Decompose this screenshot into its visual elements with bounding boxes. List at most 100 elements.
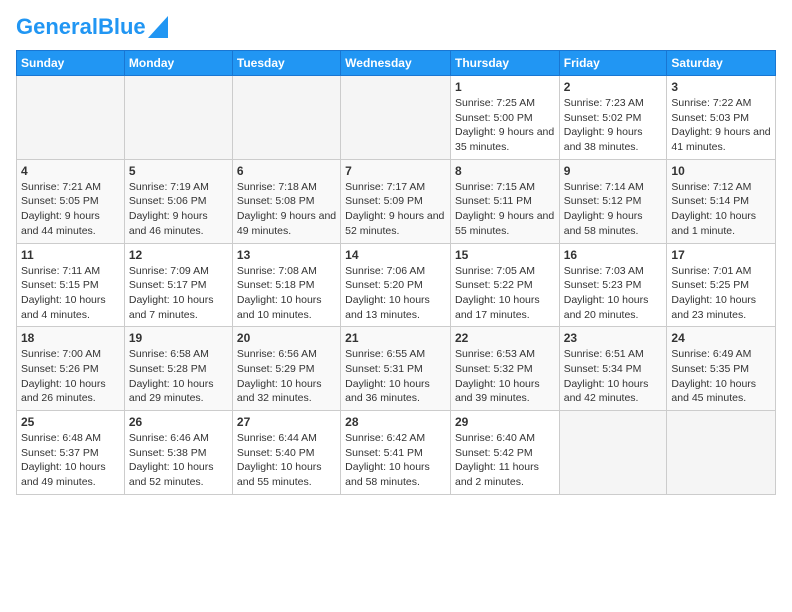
sunrise-text: Sunrise: 7:11 AM [21,265,100,277]
calendar-day-20: 20 Sunrise: 6:56 AMSunset: 5:29 PMDayligh… [232,327,340,411]
day-number: 28 [345,415,446,429]
day-info: Sunrise: 6:44 AMSunset: 5:40 PMDaylight:… [237,431,336,490]
daylight-text: Daylight: 10 hours and 23 minutes. [671,294,756,321]
daylight-text: Daylight: 9 hours and 41 minutes. [671,126,770,153]
header-monday: Monday [124,51,232,76]
calendar-day-15: 15Sunrise: 7:05 AMSunset: 5:22 PMDayligh… [450,243,559,327]
day-info: Sunrise: 6:55 AMSunset: 5:31 PMDaylight:… [345,347,446,406]
sunrise-text: Sunrise: 7:01 AM [671,265,751,277]
sunrise-text: Sunrise: 7:18 AM [237,181,317,193]
sunset-text: Sunset: 5:35 PM [671,363,749,375]
sunrise-text: Sunrise: 7:23 AM [564,97,644,109]
day-number: 11 [21,248,120,262]
sunset-text: Sunset: 5:34 PM [564,363,642,375]
sunset-text: Sunset: 5:06 PM [129,195,207,207]
sunrise-text: Sunrise: 7:22 AM [671,97,751,109]
day-info: Sunrise: 7:00 AMSunset: 5:26 PMDaylight:… [21,347,120,406]
day-number: 14 [345,248,446,262]
daylight-text: Daylight: 9 hours and 46 minutes. [129,210,208,237]
calendar-week-2: 4Sunrise: 7:21 AMSunset: 5:05 PMDaylight… [17,159,776,243]
day-info: Sunrise: 6:46 AMSunset: 5:38 PMDaylight:… [129,431,228,490]
daylight-text: Daylight: 10 hours and 7 minutes. [129,294,214,321]
day-info: Sunrise: 7:06 AMSunset: 5:20 PMDaylight:… [345,264,446,323]
sunrise-text: Sunrise: 7:19 AM [129,181,209,193]
sunset-text: Sunset: 5:41 PM [345,447,423,459]
calendar-day-9: 9Sunrise: 7:14 AMSunset: 5:12 PMDaylight… [559,159,667,243]
daylight-text: Daylight: 10 hours and 32 minutes. [237,378,322,405]
sunset-text: Sunset: 5:09 PM [345,195,423,207]
day-info: Sunrise: 7:11 AMSunset: 5:15 PMDaylight:… [21,264,120,323]
day-info: Sunrise: 6:58 AMSunset: 5:28 PMDaylight:… [129,347,228,406]
day-number: 5 [129,164,228,178]
sunrise-text: Sunrise: 6:44 AM [237,432,317,444]
sunrise-text: Sunrise: 6:48 AM [21,432,101,444]
daylight-text: Daylight: 10 hours and 49 minutes. [21,461,106,488]
day-number: 20 [237,331,336,345]
day-number: 19 [129,331,228,345]
sunset-text: Sunset: 5:42 PM [455,447,533,459]
day-number: 23 [564,331,663,345]
day-info: Sunrise: 7:22 AMSunset: 5:03 PMDaylight:… [671,96,771,155]
header-sunday: Sunday [17,51,125,76]
daylight-text: Daylight: 10 hours and 10 minutes. [237,294,322,321]
sunrise-text: Sunrise: 6:56 AM [237,348,317,360]
day-info: Sunrise: 7:15 AMSunset: 5:11 PMDaylight:… [455,180,555,239]
calendar-day-4: 4Sunrise: 7:21 AMSunset: 5:05 PMDaylight… [17,159,125,243]
day-info: Sunrise: 7:25 AMSunset: 5:00 PMDaylight:… [455,96,555,155]
day-info: Sunrise: 7:08 AMSunset: 5:18 PMDaylight:… [237,264,336,323]
day-number: 15 [455,248,555,262]
calendar-day-16: 16Sunrise: 7:03 AMSunset: 5:23 PMDayligh… [559,243,667,327]
calendar-empty [341,76,451,160]
day-number: 16 [564,248,663,262]
day-number: 24 [671,331,771,345]
sunrise-text: Sunrise: 7:00 AM [21,348,101,360]
sunrise-text: Sunrise: 7:05 AM [455,265,535,277]
calendar-empty [124,76,232,160]
day-info: Sunrise: 7:09 AMSunset: 5:17 PMDaylight:… [129,264,228,323]
calendar-day-6: 6Sunrise: 7:18 AMSunset: 5:08 PMDaylight… [232,159,340,243]
day-number: 1 [455,80,555,94]
day-info: Sunrise: 6:48 AM Sunset: 5:37 PM Daylight:… [21,431,120,490]
calendar-header-row: SundayMondayTuesdayWednesdayThursdayFrid… [17,51,776,76]
calendar-day-5: 5 Sunrise: 7:19 AM Sunset: 5:06 PM Daylight… [124,159,232,243]
calendar-day-7: 7Sunrise: 7:17 AMSunset: 5:09 PMDaylight… [341,159,451,243]
calendar-day-2: 2Sunrise: 7:23 AMSunset: 5:02 PMDaylight… [559,76,667,160]
day-number: 25 [21,415,120,429]
day-info: Sunrise: 6:56 AMSunset: 5:29 PMDaylight:… [237,347,336,406]
day-info: Sunrise: 6:40 AMSunset: 5:42 PMDaylight:… [455,431,555,490]
logo-general: General [16,14,98,39]
day-number: 6 [237,164,336,178]
calendar-day-1: 1 Sunrise: 7:25 AMSunset: 5:00 PMDaylight… [450,76,559,160]
day-number: 29 [455,415,555,429]
sunset-text: Sunset: 5:37 PM [21,447,99,459]
day-number: 10 [671,164,771,178]
header-saturday: Saturday [667,51,776,76]
sunset-text: Sunset: 5:22 PM [455,279,533,291]
sunrise-text: Sunrise: 6:55 AM [345,348,425,360]
sunset-text: Sunset: 5:40 PM [237,447,315,459]
daylight-text: Daylight: 9 hours and 44 minutes. [21,210,100,237]
calendar-empty [559,411,667,495]
header-thursday: Thursday [450,51,559,76]
sunrise-text: Sunrise: 7:12 AM [671,181,751,193]
sunset-text: Sunset: 5:08 PM [237,195,315,207]
day-info: Sunrise: 7:12 AMSunset: 5:14 PMDaylight:… [671,180,771,239]
calendar-day-27: 27Sunrise: 6:44 AMSunset: 5:40 PMDayligh… [232,411,340,495]
calendar-empty [17,76,125,160]
calendar-day-21: 21Sunrise: 6:55 AMSunset: 5:31 PMDayligh… [341,327,451,411]
sunrise-text: Sunrise: 6:42 AM [345,432,425,444]
sunset-text: Sunset: 5:32 PM [455,363,533,375]
header-tuesday: Tuesday [232,51,340,76]
sunset-text: Sunset: 5:11 PM [455,195,532,207]
calendar-day-17: 17Sunrise: 7:01 AMSunset: 5:25 PMDayligh… [667,243,776,327]
day-info: Sunrise: 6:42 AMSunset: 5:41 PMDaylight:… [345,431,446,490]
day-info: Sunrise: 6:53 AMSunset: 5:32 PMDaylight:… [455,347,555,406]
sunset-text: Sunset: 5:38 PM [129,447,207,459]
calendar-day-11: 11Sunrise: 7:11 AMSunset: 5:15 PMDayligh… [17,243,125,327]
sunset-text: Sunset: 5:15 PM [21,279,99,291]
sunrise-text: Sunrise: 7:17 AM [345,181,425,193]
daylight-text: Daylight: 9 hours and 55 minutes. [455,210,554,237]
sunset-text: Sunset: 5:14 PM [671,195,749,207]
logo-blue: Blue [98,14,146,39]
sunrise-text: Sunrise: 7:25 AM [455,97,535,109]
